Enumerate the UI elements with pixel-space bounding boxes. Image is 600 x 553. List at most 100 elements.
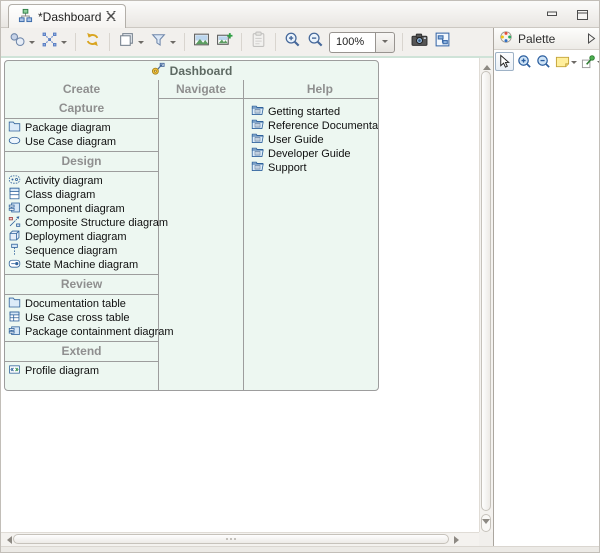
list-item-user-guide[interactable]: User Guide	[248, 133, 379, 147]
scroll-up-icon[interactable]	[483, 61, 491, 70]
item-label: Developer Guide	[268, 148, 351, 160]
close-icon[interactable]	[106, 10, 116, 24]
list-item-deployment-diagram[interactable]: Deployment diagram	[5, 230, 158, 244]
list-item-profile-diagram[interactable]: Profile diagram	[5, 364, 158, 378]
outline-view-button[interactable]	[431, 29, 454, 55]
dropdown-arrow-icon[interactable]	[61, 41, 67, 47]
item-label: Component diagram	[25, 203, 125, 215]
diagram-canvas[interactable]: Dashboard Create Capture Package diagram	[1, 56, 493, 546]
help-column-header: Help	[244, 80, 379, 99]
zoom-in-icon	[284, 31, 301, 53]
scroll-left-icon[interactable]	[3, 536, 12, 544]
list-item-sequence-diagram[interactable]: Sequence diagram	[5, 244, 158, 258]
toolbar-separator	[275, 33, 276, 51]
palette-header[interactable]: Palette	[494, 28, 600, 50]
sync-button[interactable]	[81, 29, 104, 55]
list-item-documentation-table[interactable]: Documentation table	[5, 297, 158, 311]
zoom-out-button[interactable]	[304, 29, 327, 55]
list-item-reference-documentation[interactable]: Reference Documentation	[248, 119, 379, 133]
layout-graph-button[interactable]	[38, 29, 70, 55]
select-tool[interactable]	[495, 52, 514, 71]
item-label: Class diagram	[25, 189, 95, 201]
dashboard-title-text: Dashboard	[170, 64, 233, 78]
application-window: *Dashboard	[0, 0, 600, 553]
dashboard-columns: Create Capture Package diagram Use Case …	[5, 80, 378, 390]
item-label: Support	[268, 162, 307, 174]
outline-view-icon	[434, 31, 451, 53]
list-item-support[interactable]: Support	[248, 161, 379, 175]
filter-button[interactable]	[147, 29, 179, 55]
zoom-level-combo: 100%	[329, 32, 395, 53]
palette-toolbar	[494, 50, 600, 73]
pin-icon	[581, 54, 596, 69]
image-add-button[interactable]	[213, 29, 236, 55]
horizontal-scrollbar[interactable]	[1, 532, 479, 546]
dashboard-icon	[151, 62, 165, 79]
palette-zoom-out-tool[interactable]	[535, 53, 552, 70]
note-icon	[555, 54, 570, 69]
diagram-nodes-button[interactable]	[6, 29, 38, 55]
navigate-column-header: Navigate	[159, 80, 243, 99]
zoom-in-icon	[517, 54, 532, 69]
list-item-class-diagram[interactable]: Class diagram	[5, 188, 158, 202]
paste-button[interactable]	[247, 29, 270, 55]
zoom-level-dropdown[interactable]	[375, 32, 395, 53]
item-label: Profile diagram	[25, 365, 99, 377]
dropdown-arrow-icon[interactable]	[29, 41, 35, 47]
copy-appearance-icon	[118, 31, 135, 53]
vertical-scrollbar[interactable]	[479, 58, 493, 534]
toolbar-separator	[109, 33, 110, 51]
view-controls	[545, 8, 589, 21]
vertical-scrollbar-thumb[interactable]	[481, 71, 491, 511]
maximize-icon[interactable]	[575, 8, 589, 21]
editor-tab-bar: *Dashboard	[1, 1, 600, 28]
toolbar-separator	[75, 33, 76, 51]
list-item-package-containment-diagram[interactable]: Package containment diagram	[5, 325, 158, 339]
snapshot-button[interactable]	[408, 29, 431, 55]
design-items: Activity diagram Class diagram Component…	[5, 172, 158, 274]
list-item-use-case-diagram[interactable]: Use Case diagram	[5, 135, 158, 149]
dropdown-arrow-icon[interactable]	[138, 41, 144, 47]
extend-items: Profile diagram	[5, 362, 158, 380]
diagram-nodes-icon	[9, 31, 26, 53]
item-label: Getting started	[268, 106, 340, 118]
dashboard-panel-title: Dashboard	[5, 61, 378, 80]
tab-title: *Dashboard	[38, 10, 101, 24]
item-label: Composite Structure diagram	[25, 217, 168, 229]
tab-dashboard[interactable]: *Dashboard	[8, 4, 126, 28]
help-folder-icon	[251, 160, 264, 176]
image-export-button[interactable]	[190, 29, 213, 55]
zoom-out-icon	[536, 54, 551, 69]
dropdown-arrow-icon[interactable]	[170, 41, 176, 47]
scroll-right-icon[interactable]	[454, 536, 463, 544]
minimize-icon[interactable]	[545, 8, 559, 21]
list-item-activity-diagram[interactable]: Activity diagram	[5, 174, 158, 188]
palette-title: Palette	[518, 32, 555, 46]
zoom-in-button[interactable]	[281, 29, 304, 55]
copy-appearance-button[interactable]	[115, 29, 147, 55]
horizontal-scrollbar-thumb[interactable]	[13, 534, 449, 544]
scroll-down-button[interactable]	[481, 514, 491, 532]
toolbar-separator	[402, 33, 403, 51]
list-item-package-diagram[interactable]: Package diagram	[5, 121, 158, 135]
dropdown-arrow-icon[interactable]	[571, 61, 577, 67]
list-item-use-case-cross-table[interactable]: Use Case cross table	[5, 311, 158, 325]
pin-tool[interactable]	[580, 53, 600, 70]
list-item-composite-structure-diagram[interactable]: Composite Structure diagram	[5, 216, 158, 230]
dashboard-column-navigate: Navigate	[159, 80, 244, 390]
list-item-state-machine-diagram[interactable]: State Machine diagram	[5, 258, 158, 272]
list-item-developer-guide[interactable]: Developer Guide	[248, 147, 379, 161]
list-item-getting-started[interactable]: Getting started	[248, 105, 379, 119]
model-diagram-icon	[18, 8, 33, 26]
note-tool[interactable]	[554, 53, 578, 70]
right-chevron-icon[interactable]	[587, 33, 596, 44]
dashboard-column-create: Create Capture Package diagram Use Case …	[5, 80, 159, 390]
section-header-design: Design	[5, 152, 158, 171]
window-bottom-strip	[1, 546, 600, 553]
section-header-review: Review	[5, 275, 158, 294]
item-label: Package diagram	[25, 122, 111, 134]
palette-zoom-in-tool[interactable]	[516, 53, 533, 70]
zoom-level-input[interactable]: 100%	[329, 32, 375, 53]
section-header-capture: Capture	[5, 99, 158, 118]
list-item-component-diagram[interactable]: Component diagram	[5, 202, 158, 216]
